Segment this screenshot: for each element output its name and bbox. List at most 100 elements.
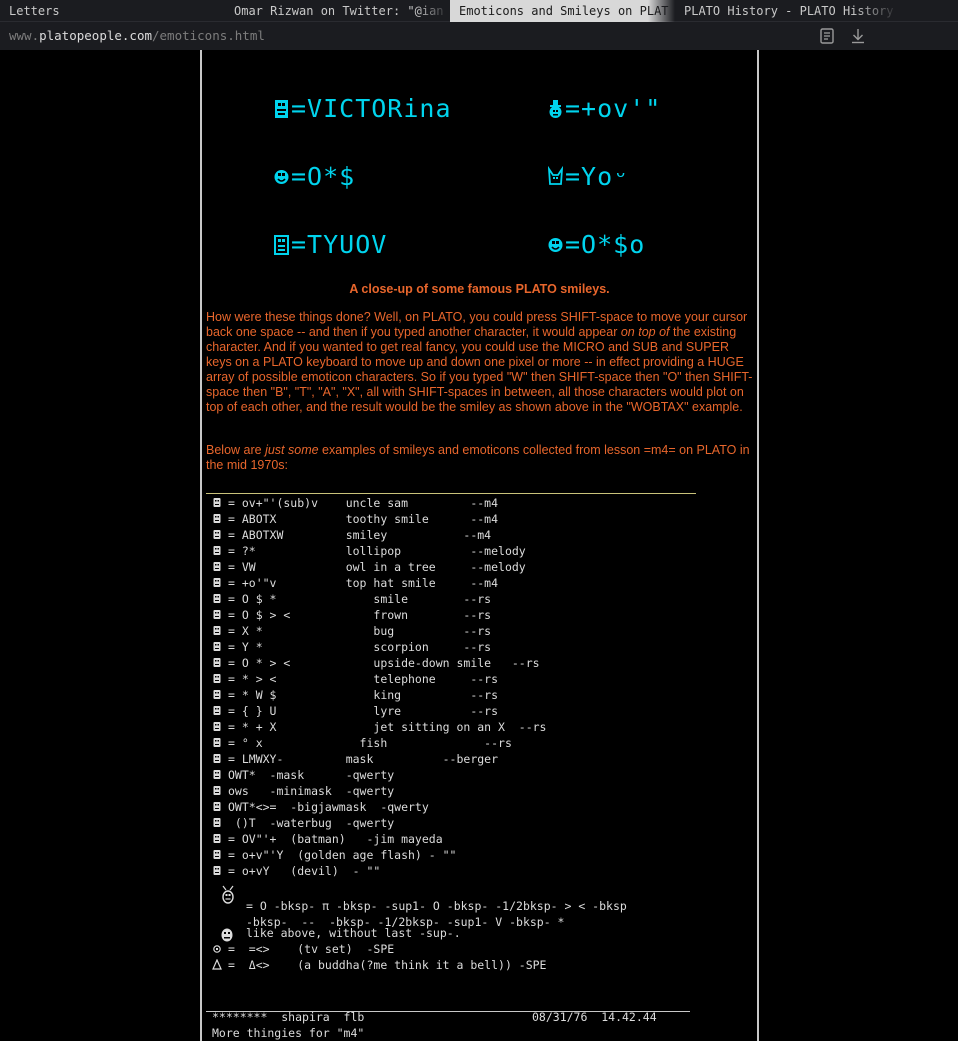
listing-row-text: = X * bug --rs — [228, 624, 492, 638]
closeup-smiley-smile-o: =O*$o — [548, 230, 645, 259]
plato-emoticon-glyph-icon — [212, 496, 222, 507]
listing-row: = * + X jet sitting on an X --rs — [206, 719, 547, 735]
listing-row: = ov+"'(sub)v uncle sam --m4 — [206, 495, 498, 511]
composite-bug-icon — [220, 885, 236, 909]
paragraph-text: Below are — [206, 443, 266, 457]
plato-smiley-glyph-icon — [274, 233, 289, 255]
reader-view-icon[interactable] — [818, 27, 836, 45]
plato-emoticon-glyph-icon — [212, 752, 222, 763]
plato-emoticon-glyph-icon — [212, 592, 222, 603]
listing-row-text: = { } U lyre --rs — [228, 704, 499, 718]
listing-row: = ?* lollipop --melody — [206, 543, 526, 559]
listing-row-text: = VW owl in a tree --melody — [228, 560, 526, 574]
listing-row-text: = o+vY (devil) - "" — [228, 864, 381, 878]
plato-emoticon-glyph-icon — [212, 672, 222, 683]
explanation-paragraph: How were these things done? Well, on PLA… — [206, 310, 754, 415]
tab-plato-history[interactable]: PLATO History - PLATO History — [675, 0, 900, 22]
tab-letters[interactable]: Letters — [0, 0, 225, 22]
plato-emoticon-glyph-icon — [212, 816, 222, 827]
footer-datetime: 08/31/76 14.42.44 — [532, 1010, 657, 1024]
listing-row: = O $ * smile --rs — [206, 591, 491, 607]
listing-top-rule — [206, 493, 696, 494]
listing-extra-line: = O -bksp- π -bksp- -sup1- O -bksp- -1/2… — [246, 899, 627, 913]
closeup-smiley-text: =VICTORina — [291, 94, 452, 123]
listing-row: = Y * scorpion --rs — [206, 639, 491, 655]
plato-smiley-glyph-icon — [547, 165, 564, 187]
listing-row-text: = =<> (tv set) -SPE — [228, 942, 395, 956]
tab-emoticons-active[interactable]: Emoticons and Smileys on PLAT — [450, 0, 675, 22]
closeup-smiley-text: =+ov'" — [565, 94, 662, 123]
listing-row-text: = * > < telephone --rs — [228, 672, 499, 686]
plato-emoticon-glyph-icon — [212, 512, 222, 523]
address-bar[interactable]: www.platopeople.com/emoticons.html — [0, 22, 958, 50]
plato-emoticon-glyph-icon — [212, 832, 222, 843]
plato-emoticon-glyph-icon — [212, 800, 222, 811]
closeup-caption: A close-up of some famous PLATO smileys. — [349, 282, 610, 296]
listing-row-text: = ?* lollipop --melody — [228, 544, 526, 558]
plato-smiley-glyph-icon — [548, 97, 563, 119]
listing-row-text: = OV"'+ (batman) -jim mayeda — [228, 832, 443, 846]
listing-row-text: = * + X jet sitting on an X --rs — [228, 720, 547, 734]
page-viewport: =VICTORina =+ov'" =O*$ =Yoᵕ =TYUOV =O*$o… — [0, 50, 958, 1041]
listing-row: = LMWXY- mask --berger — [206, 751, 498, 767]
plato-emoticon-glyph-icon — [212, 624, 222, 635]
listing-row-text: ows -minimask -qwerty — [228, 784, 395, 798]
listing-row: = O * > < upside-down smile --rs — [206, 655, 540, 671]
plato-emoticon-glyph-icon — [212, 784, 222, 795]
paragraph-emphasis: on top of — [620, 325, 670, 339]
tv-glyph-icon — [212, 942, 222, 953]
listing-row-text: = o+v"'Y (golden age flash) - "" — [228, 848, 457, 862]
closeup-smiley-tyuov: =TYUOV — [274, 230, 387, 259]
listing-row: = o+vY (devil) - "" — [206, 863, 380, 879]
listing-row-text: = ABOTXW smiley --m4 — [228, 528, 492, 542]
closeup-smiley-text: =Yoᵕ — [565, 162, 630, 191]
listing-row: = OV"'+ (batman) -jim mayeda — [206, 831, 443, 847]
listing-row-text: = ° x fish --rs — [228, 736, 512, 750]
listing-row-text: = O * > < upside-down smile --rs — [228, 656, 540, 670]
tab-twitter[interactable]: Omar Rizwan on Twitter: "@ian — [225, 0, 450, 22]
listing-row-text: = +o'"v top hat smile --m4 — [228, 576, 499, 590]
footer-more-text: More thingies for "m4" — [212, 1026, 365, 1040]
listing-row: OWT* -mask -qwerty — [206, 767, 394, 783]
listing-row: OWT*<>= -bigjawmask -qwerty — [206, 799, 429, 815]
plato-emoticon-glyph-icon — [212, 688, 222, 699]
plato-emoticon-glyph-icon — [212, 864, 222, 875]
tab-bar: Letters Omar Rizwan on Twitter: "@ian Em… — [0, 0, 958, 22]
url-text[interactable]: www.platopeople.com/emoticons.html — [9, 22, 265, 50]
listing-row-text: = Y * scorpion --rs — [228, 640, 492, 654]
listing-row: = ABOTX toothy smile --m4 — [206, 511, 498, 527]
plato-emoticon-glyph-icon — [212, 576, 222, 587]
listing-row: = +o'"v top hat smile --m4 — [206, 575, 498, 591]
footer-author: shapira flb — [281, 1010, 365, 1024]
closeup-smiley-victorina: =VICTORina — [274, 94, 452, 123]
download-icon[interactable] — [849, 27, 867, 45]
examples-intro-paragraph: Below are just some examples of smileys … — [206, 443, 754, 473]
closeup-smiley-text: =O*$ — [291, 162, 356, 191]
listing-row: = ABOTXW smiley --m4 — [206, 527, 491, 543]
listing-extra-line: like above, without last -sup-. — [246, 926, 461, 940]
content-column: =VICTORina =+ov'" =O*$ =Yoᵕ =TYUOV =O*$o… — [200, 50, 759, 1041]
plato-emoticon-glyph-icon — [212, 656, 222, 667]
url-path: /emoticons.html — [152, 28, 265, 43]
closeup-smiley-top-hat: =+ov'" — [548, 94, 661, 123]
plato-emoticon-glyph-icon — [212, 736, 222, 747]
plato-emoticon-glyph-icon — [212, 544, 222, 555]
url-host: platopeople.com — [39, 28, 152, 43]
plato-emoticon-glyph-icon — [212, 528, 222, 539]
closeup-smiley-you: =Yoᵕ — [547, 162, 630, 191]
listing-row: ()T -waterbug -qwerty — [206, 815, 394, 831]
listing-row: = O $ > < frown --rs — [206, 607, 491, 623]
plato-smiley-glyph-icon — [274, 165, 289, 187]
listing-row: = X * bug --rs — [206, 623, 491, 639]
url-prefix: www. — [9, 28, 40, 43]
listing-row: = * W $ king --rs — [206, 687, 498, 703]
plato-emoticon-glyph-icon — [212, 720, 222, 731]
listing-row-text: = LMWXY- mask --berger — [228, 752, 499, 766]
listing-row: = VW owl in a tree --melody — [206, 559, 526, 575]
closeup-smiley-text: =O*$o — [565, 230, 646, 259]
listing-row-text: = O $ > < frown --rs — [228, 608, 492, 622]
plato-emoticon-glyph-icon — [212, 560, 222, 571]
plato-smiley-glyph-icon — [274, 97, 289, 119]
plato-emoticon-glyph-icon — [212, 768, 222, 779]
closeup-smiley-smile: =O*$ — [274, 162, 355, 191]
